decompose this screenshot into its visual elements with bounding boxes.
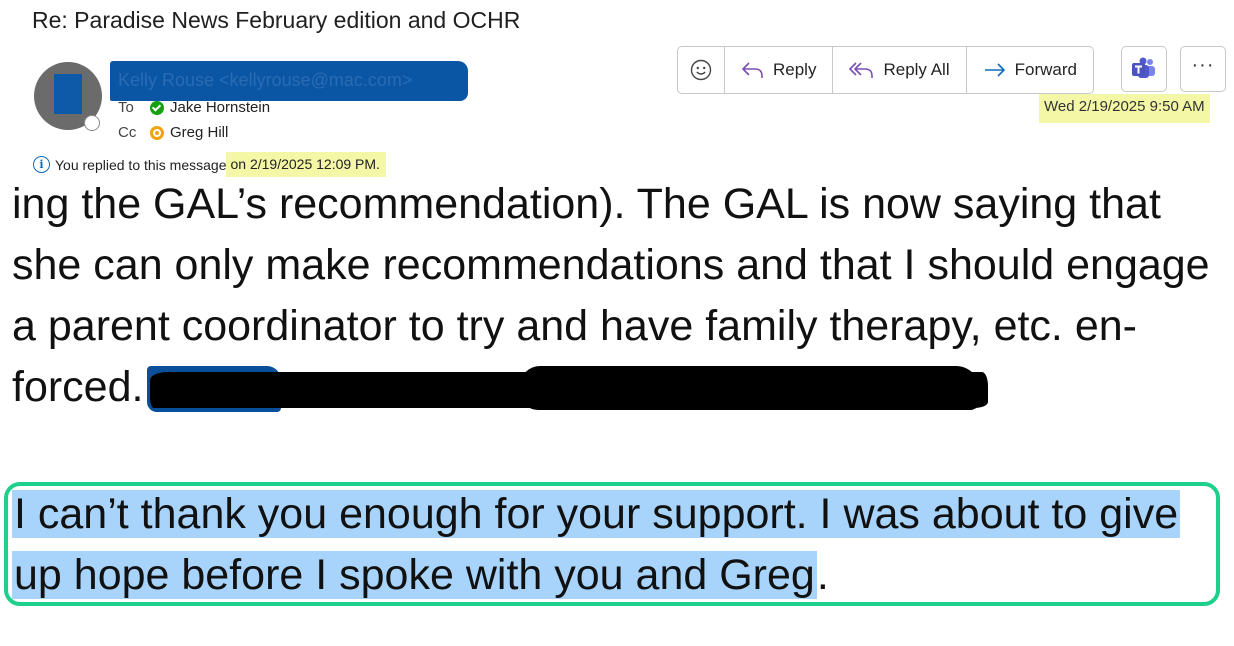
teams-button[interactable] xyxy=(1121,46,1167,92)
away-status-icon xyxy=(150,125,164,140)
email-subject: Re: Paradise News February edition and O… xyxy=(32,7,521,33)
presence-status-icon xyxy=(84,115,100,131)
reply-label: Reply xyxy=(773,60,817,79)
reply-all-label: Reply All xyxy=(883,60,950,79)
body-line: ing the GAL’s recommendation). The GAL i… xyxy=(12,180,1161,228)
body-line: a parent coordinator to try and have fam… xyxy=(12,302,1137,350)
reaction-button[interactable] xyxy=(678,47,725,93)
to-line: To Jake Hornstein xyxy=(118,99,270,116)
available-status-icon xyxy=(150,100,164,115)
received-date: Wed 2/19/2025 9:50 AM xyxy=(1039,94,1210,123)
reply-button[interactable]: Reply xyxy=(725,47,834,93)
info-icon: i xyxy=(33,156,50,173)
forward-label: Forward xyxy=(1014,60,1077,79)
info-text: You replied to this message xyxy=(55,156,227,173)
teams-icon xyxy=(1132,57,1155,78)
sender-name: Kelly Rouse <kellyrouse@mac.com> xyxy=(118,70,413,90)
avatar-redaction xyxy=(54,74,82,114)
redaction-black-scribble xyxy=(520,366,980,410)
cc-label: Cc xyxy=(118,124,137,141)
quote-outline-box xyxy=(4,482,1220,606)
body-line: she can only make recommendations and th… xyxy=(12,241,1210,289)
to-label: To xyxy=(118,99,134,116)
forward-arrow-icon xyxy=(984,63,1005,77)
smiley-icon xyxy=(690,59,712,81)
to-recipient[interactable]: Jake Hornstein xyxy=(170,99,270,116)
forward-button[interactable]: Forward xyxy=(967,47,1093,93)
sender-redacted[interactable]: Kelly Rouse <kellyrouse@mac.com> xyxy=(110,61,468,101)
reply-icon xyxy=(742,62,763,78)
message-toolbar: Reply Reply All Forward xyxy=(677,46,1094,94)
reply-all-icon xyxy=(849,62,874,78)
cc-recipient[interactable]: Greg Hill xyxy=(170,124,228,141)
reply-all-button[interactable]: Reply All xyxy=(833,47,967,93)
cc-line: Cc Greg Hill xyxy=(118,124,228,141)
more-options-button[interactable]: ··· xyxy=(1180,46,1226,92)
